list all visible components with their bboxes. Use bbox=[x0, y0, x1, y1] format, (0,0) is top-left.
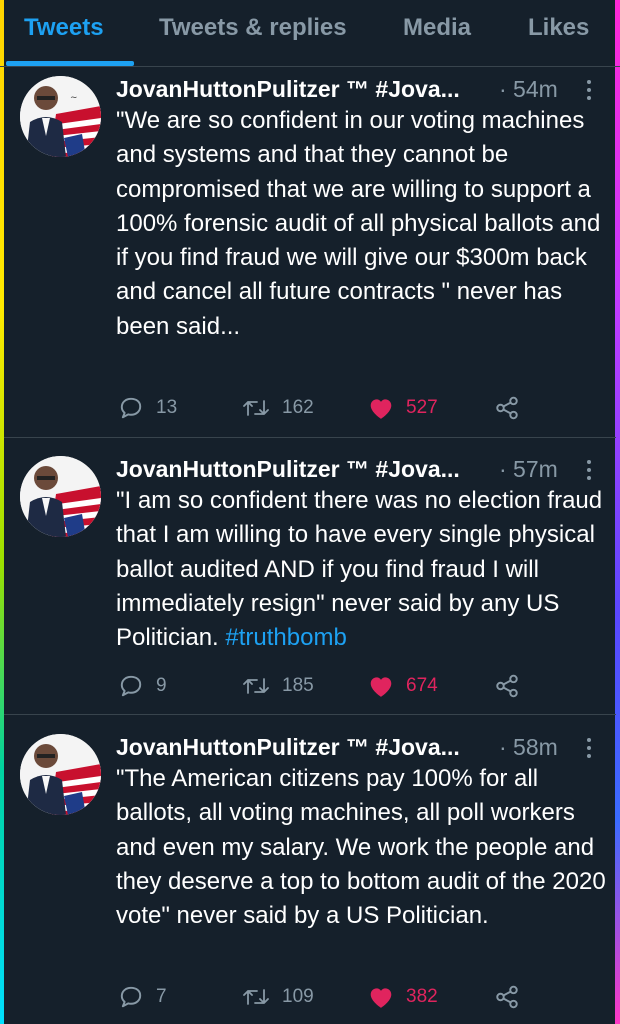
share-icon bbox=[496, 674, 518, 698]
avatar-image bbox=[20, 734, 101, 815]
heart-icon bbox=[370, 677, 392, 697]
more-icon[interactable] bbox=[584, 80, 594, 104]
reply-button[interactable]: 9 bbox=[118, 671, 167, 701]
retweet-count: 162 bbox=[282, 397, 314, 418]
more-icon[interactable] bbox=[584, 738, 594, 762]
edge-decoration-right bbox=[615, 0, 620, 1024]
reply-icon bbox=[120, 986, 142, 1008]
retweet-icon bbox=[243, 400, 269, 416]
tweet-time[interactable]: · 58m bbox=[499, 734, 558, 761]
reply-icon bbox=[120, 675, 142, 697]
retweet-button[interactable]: 109 bbox=[242, 982, 314, 1012]
like-button[interactable]: 527 bbox=[368, 393, 438, 423]
reply-button[interactable]: 13 bbox=[118, 393, 177, 423]
tweet-actions: 9 185 674 bbox=[0, 671, 620, 701]
tweet-author[interactable]: JovanHuttonPulitzer ™ #Jova... bbox=[116, 456, 460, 483]
svg-text:~: ~ bbox=[70, 93, 78, 103]
share-button[interactable] bbox=[494, 671, 520, 701]
like-count: 382 bbox=[406, 986, 438, 1007]
tab-tweets-replies[interactable]: Tweets & replies bbox=[159, 14, 347, 42]
avatar-image: ~ bbox=[20, 76, 101, 157]
avatar[interactable] bbox=[20, 456, 101, 537]
tab-media[interactable]: Media bbox=[403, 14, 471, 42]
like-button[interactable]: 674 bbox=[368, 671, 438, 701]
tweet-time[interactable]: · 57m bbox=[499, 456, 558, 483]
edge-decoration-left bbox=[0, 0, 4, 1024]
tweet-actions: 7 109 382 bbox=[0, 982, 620, 1012]
tweet-author[interactable]: JovanHuttonPulitzer ™ #Jova... bbox=[116, 76, 460, 103]
tweet-actions: 13 162 527 bbox=[0, 393, 620, 423]
reply-count: 13 bbox=[156, 397, 178, 418]
tweet-text-content: "We are so confident in our voting machi… bbox=[116, 107, 601, 340]
tweet-text: "The American citizens pay 100% for all … bbox=[116, 762, 608, 933]
avatar[interactable]: ~ bbox=[20, 76, 101, 157]
tweet-time[interactable]: · 54m bbox=[499, 76, 558, 103]
reply-icon bbox=[120, 397, 142, 419]
like-button[interactable]: 382 bbox=[368, 982, 438, 1012]
more-icon[interactable] bbox=[584, 460, 594, 484]
heart-icon bbox=[370, 988, 392, 1008]
hashtag-link[interactable]: #truthbomb bbox=[225, 624, 346, 651]
retweet-button[interactable]: 185 bbox=[242, 671, 314, 701]
tweet-text: "I am so confident there was no election… bbox=[116, 484, 608, 655]
share-icon bbox=[496, 985, 518, 1009]
tweet-text-content: "The American citizens pay 100% for all … bbox=[116, 765, 606, 930]
profile-tabs: Tweets Tweets & replies Media Likes bbox=[0, 0, 620, 67]
retweet-icon bbox=[243, 989, 269, 1005]
tweet-text: "We are so confident in our voting machi… bbox=[116, 104, 608, 344]
retweet-count: 109 bbox=[282, 986, 314, 1007]
retweet-button[interactable]: 162 bbox=[242, 393, 314, 423]
tab-tweets[interactable]: Tweets bbox=[24, 14, 104, 42]
share-icon bbox=[496, 396, 518, 420]
reply-button[interactable]: 7 bbox=[118, 982, 167, 1012]
reply-count: 9 bbox=[156, 675, 167, 696]
retweet-icon bbox=[243, 678, 269, 694]
avatar[interactable] bbox=[20, 734, 101, 815]
retweet-count: 185 bbox=[282, 675, 314, 696]
tweet-text-content: "I am so confident there was no election… bbox=[116, 487, 603, 652]
tweet-author[interactable]: JovanHuttonPulitzer ™ #Jova... bbox=[116, 734, 460, 761]
like-count: 674 bbox=[406, 675, 438, 696]
active-tab-indicator bbox=[6, 61, 134, 66]
reply-count: 7 bbox=[156, 986, 167, 1007]
share-button[interactable] bbox=[494, 982, 520, 1012]
like-count: 527 bbox=[406, 397, 438, 418]
heart-icon bbox=[370, 399, 392, 419]
tab-likes[interactable]: Likes bbox=[528, 14, 589, 42]
avatar-image bbox=[20, 456, 101, 537]
tweet-divider bbox=[4, 714, 616, 715]
tweet-divider bbox=[4, 437, 616, 438]
share-button[interactable] bbox=[494, 393, 520, 423]
